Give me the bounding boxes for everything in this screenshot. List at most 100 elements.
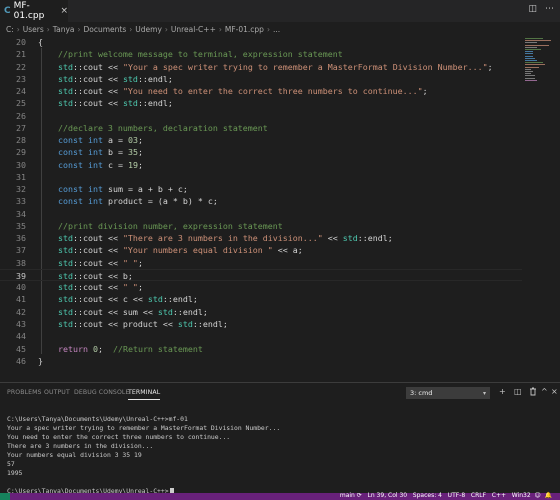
code-text: std::cout << c << std::endl; xyxy=(38,293,198,305)
tab-output[interactable]: OUTPUT xyxy=(44,389,70,396)
code-text: } xyxy=(38,355,43,367)
code-token: ::endl; xyxy=(172,306,208,317)
code-token: std xyxy=(342,233,358,244)
code-line[interactable]: 26 xyxy=(0,110,522,122)
status-items[interactable]: main ⟳ Ln 39, Col 30 Spaces: 4 UTF-8 CRL… xyxy=(340,492,552,499)
code-token: ::cout << sum << xyxy=(72,306,158,317)
code-line[interactable]: 46} xyxy=(0,355,522,367)
breadcrumb-item[interactable]: Unreal-C++ xyxy=(171,25,216,34)
tab-terminal[interactable]: TERMINAL xyxy=(128,389,161,400)
terminal-line-text: C:\Users\Tanya\Documents\Udemy\Unreal-C+… xyxy=(7,415,188,423)
breadcrumb-item[interactable]: MF-01.cpp xyxy=(225,25,264,34)
code-text: //declare 3 numbers, declaration stateme… xyxy=(38,122,268,134)
code-line[interactable]: 24 std::cout << "You need to enter the c… xyxy=(0,85,522,97)
code-text: std::cout << "You need to enter the corr… xyxy=(38,85,428,97)
code-token: " " xyxy=(122,282,138,293)
code-token: int xyxy=(87,196,103,207)
code-line[interactable]: 39 std::cout << b; xyxy=(0,268,522,282)
code-line[interactable]: 20 { xyxy=(0,36,522,48)
code-token: ; xyxy=(137,147,143,158)
code-line[interactable]: 40 std::cout << " "; xyxy=(0,281,522,293)
code-line[interactable]: 22 std::cout << "Your a spec writer tryi… xyxy=(0,61,522,73)
terminal-line: Your a spec writer trying to remember a … xyxy=(7,424,280,433)
editor-vertical-scrollbar[interactable] xyxy=(553,36,560,366)
minimap[interactable] xyxy=(522,36,552,84)
code-line[interactable]: 43 std::cout << product << std::endl; xyxy=(0,318,522,330)
split-terminal-icon[interactable]: ◫ xyxy=(514,387,522,396)
remote-indicator[interactable] xyxy=(0,493,10,500)
code-line[interactable]: 21 //print welcome message to terminal, … xyxy=(0,48,522,60)
code-token: ::endl; xyxy=(137,73,173,84)
cpp-file-icon: C xyxy=(4,6,11,16)
code-line[interactable]: 31 xyxy=(0,171,522,183)
code-token: std xyxy=(57,282,73,293)
code-token: std xyxy=(57,306,73,317)
code-line[interactable]: 23 std::cout << std::endl; xyxy=(0,73,522,85)
terminal-select[interactable]: 3: cmd ▾ xyxy=(406,387,490,399)
code-text: std::cout << std::endl; xyxy=(38,97,173,109)
code-token: std xyxy=(57,86,73,97)
code-token: ::cout << xyxy=(72,233,123,244)
minimap-line xyxy=(525,68,531,70)
split-editor-icon[interactable]: ◫ xyxy=(528,4,537,14)
breadcrumb-item[interactable]: C: xyxy=(6,25,14,34)
breadcrumb-item[interactable]: ... xyxy=(273,25,280,34)
tab-problems[interactable]: PROBLEMS xyxy=(7,389,42,396)
code-line[interactable]: 32 const int sum = a + b + c; xyxy=(0,183,522,195)
code-token: ; xyxy=(137,257,143,268)
code-line[interactable]: 33 const int product = (a * b) * c; xyxy=(0,195,522,207)
code-line[interactable]: 35 //print division number, expression s… xyxy=(0,220,522,232)
code-line[interactable]: 30 const int c = 19; xyxy=(0,159,522,171)
code-token: ::cout << c << xyxy=(72,294,148,305)
minimap-line xyxy=(525,40,551,42)
code-line[interactable]: 41 std::cout << c << std::endl; xyxy=(0,293,522,305)
breadcrumb-item[interactable]: Udemy xyxy=(135,25,162,34)
code-token: std xyxy=(57,270,73,281)
code-token: " " xyxy=(122,257,138,268)
line-number: 20 xyxy=(16,37,26,47)
minimap-line xyxy=(525,44,549,46)
code-token: //declare 3 numbers, declaration stateme… xyxy=(57,122,268,133)
code-editor[interactable]: 20 {21 //print welcome message to termina… xyxy=(0,36,560,374)
line-number: 42 xyxy=(16,306,26,317)
code-token: sum = a + b + c; xyxy=(102,184,188,195)
code-line[interactable]: 25 std::cout << std::endl; xyxy=(0,97,522,109)
new-terminal-icon[interactable]: + xyxy=(499,387,506,396)
tab-debug-console[interactable]: DEBUG CONSOLE xyxy=(74,389,129,396)
code-line[interactable]: 36 std::cout << "There are 3 numbers in … xyxy=(0,232,522,244)
code-line[interactable]: 29 const int b = 35; xyxy=(0,146,522,158)
code-line[interactable]: 42 std::cout << sum << std::endl; xyxy=(0,306,522,318)
code-line[interactable]: 28 const int a = 03; xyxy=(0,134,522,146)
minimap-line xyxy=(525,38,543,39)
code-line[interactable]: 38 std::cout << " "; xyxy=(0,257,522,269)
code-line[interactable]: 45 return 0; //Return statement xyxy=(0,343,522,355)
more-actions-icon[interactable]: ⋯ xyxy=(545,4,554,14)
breadcrumb-item[interactable]: Documents xyxy=(84,25,127,34)
code-text: std::cout << product << std::endl; xyxy=(38,318,228,330)
breadcrumb-item[interactable]: Tanya xyxy=(53,25,75,34)
terminal-select-value: 3: cmd xyxy=(410,389,433,397)
code-line[interactable]: 37 std::cout << "Your numbers equal divi… xyxy=(0,244,522,256)
close-panel-icon[interactable]: × xyxy=(551,387,558,396)
line-number: 21 xyxy=(16,49,26,60)
line-number: 27 xyxy=(16,122,26,133)
code-token: << xyxy=(322,233,343,244)
code-token: ; xyxy=(97,343,113,354)
code-line[interactable]: 44 xyxy=(0,330,522,342)
code-line[interactable]: 27 //declare 3 numbers, declaration stat… xyxy=(0,122,522,134)
close-tab-icon[interactable]: × xyxy=(60,6,68,16)
trash-icon[interactable] xyxy=(529,387,537,398)
tab-mf-01-cpp[interactable]: C MF-01.cpp × xyxy=(0,0,68,22)
code-token: std xyxy=(157,306,173,317)
code-line[interactable]: 34 xyxy=(0,208,522,220)
chevron-right-icon: › xyxy=(129,24,133,34)
breadcrumb-item[interactable]: Users xyxy=(23,25,44,34)
maximize-panel-icon[interactable]: ^ xyxy=(541,387,548,396)
code-token: ; xyxy=(137,159,143,170)
